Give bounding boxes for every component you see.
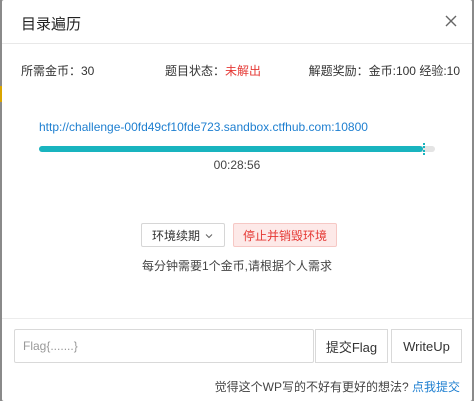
flag-input[interactable] [14, 329, 314, 363]
status-value: 未解出 [225, 64, 262, 78]
time-progress-bar [39, 146, 435, 152]
solve-reward: 解题奖励：金币:100 经验:10 [308, 64, 460, 78]
footer-divider [2, 318, 472, 319]
challenge-modal: 目录遍历 所需金币：30 题目状态：未解出 解题奖励：金币:100 经验:10 … [2, 0, 472, 401]
time-progress-fill [39, 146, 424, 152]
feedback-line: 觉得这个WP写的不好有更好的想法? 点我提交 [215, 378, 460, 395]
status-label: 题目状态： [165, 64, 226, 78]
renew-environment-dropdown[interactable]: 环境续期 [141, 223, 225, 247]
cost-hint: 每分钟需要1个金币,请根据个人需求 [141, 259, 332, 273]
writeup-button[interactable]: WriteUp [391, 329, 462, 363]
modal-title: 目录遍历 [21, 16, 82, 33]
chevron-down-icon [204, 230, 214, 240]
challenge-url-link[interactable]: http://challenge-00fd49cf10fde723.sandbo… [39, 120, 368, 134]
stop-destroy-button[interactable]: 停止并销毁环境 [233, 223, 337, 247]
feedback-submit-link[interactable]: 点我提交 [412, 380, 460, 394]
feedback-text: 觉得这个WP写的不好有更好的想法? [214, 380, 412, 394]
modal-header: 目录遍历 [2, 0, 472, 44]
remaining-time: 00:28:56 [213, 158, 261, 172]
renew-label: 环境续期 [151, 228, 200, 243]
close-icon[interactable] [442, 12, 460, 30]
progress-end-marker [423, 143, 425, 155]
challenge-status: 题目状态：未解出 [165, 62, 261, 79]
submit-flag-button[interactable]: 提交Flag [315, 329, 388, 363]
required-coins: 所需金币：30 [21, 64, 95, 78]
